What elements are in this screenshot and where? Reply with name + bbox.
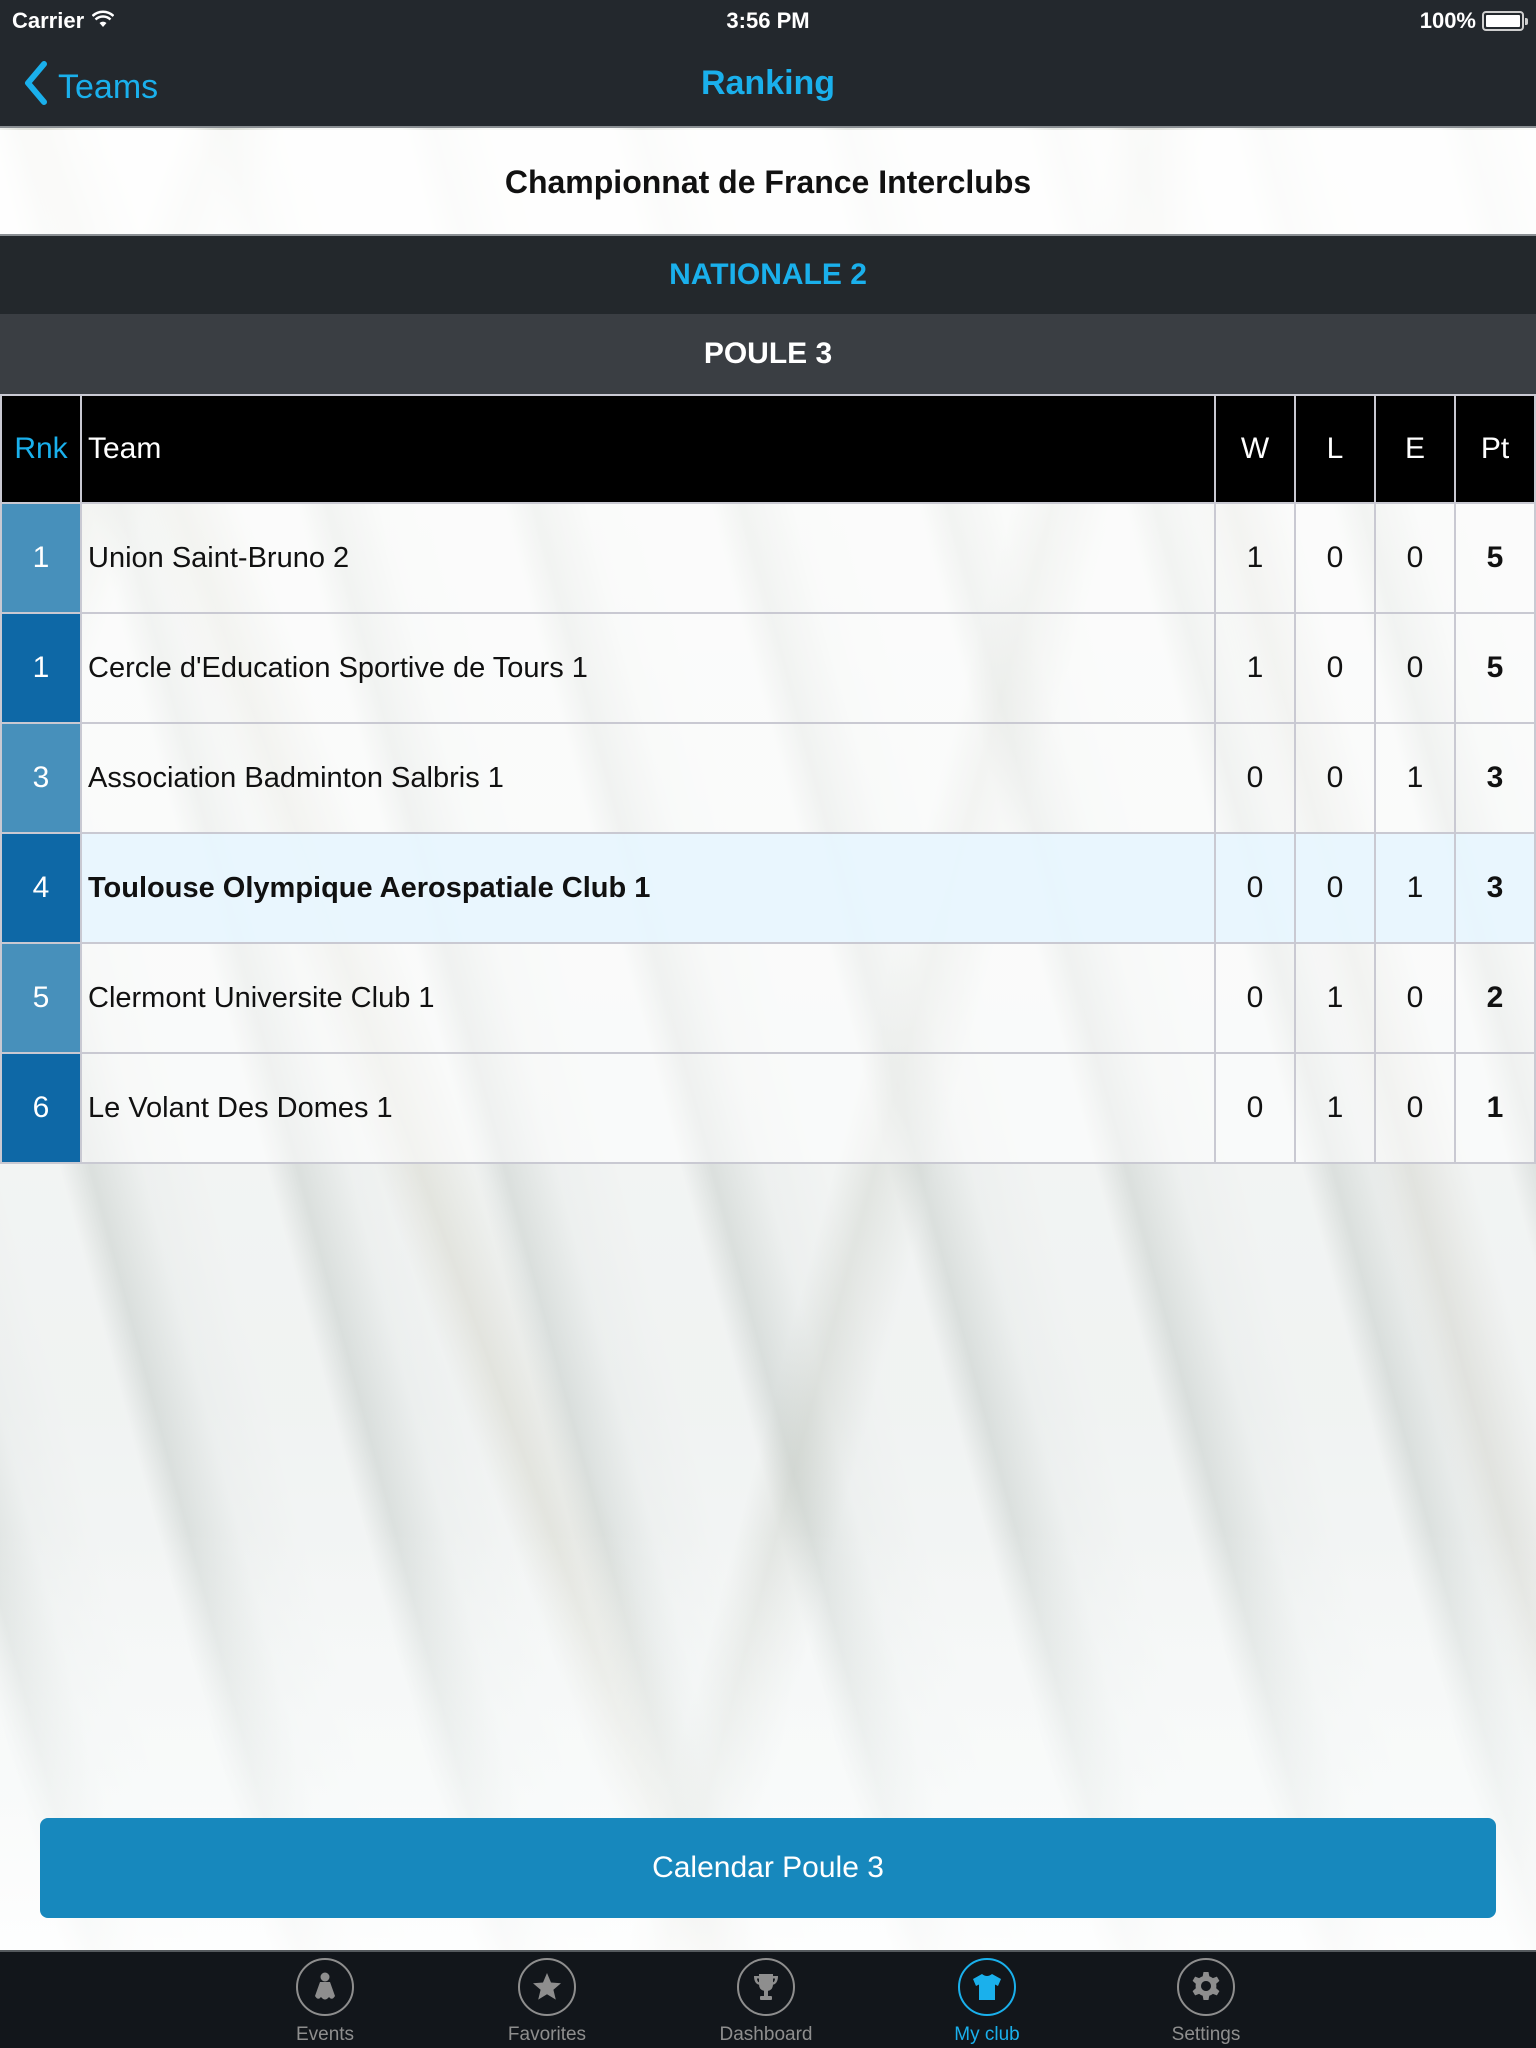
trophy-icon [737,1958,795,2016]
lost-cell: 0 [1294,502,1376,614]
chevron-left-icon [20,60,50,115]
tab-bar: Events Favorites Dashboard My club Setti… [0,1950,1536,2048]
tab-label: Dashboard [719,2024,813,2045]
table-row-my-team[interactable]: 4 Toulouse Olympique Aerospatiale Club 1… [0,832,1536,944]
jersey-icon [958,1958,1016,2016]
star-icon [518,1958,576,2016]
draw-cell: 0 [1374,942,1456,1054]
navigation-bar: Teams Ranking [0,40,1536,128]
battery-icon [1482,11,1528,31]
ranking-table: Rnk Team W L E Pt 1 Union Saint-Bruno 2 … [0,394,1536,1164]
rank-cell: 3 [0,722,82,834]
gear-icon [1177,1958,1235,2016]
won-cell: 0 [1214,832,1296,944]
header-lost[interactable]: L [1294,394,1376,504]
tab-favorites[interactable]: Favorites [472,1958,622,2048]
tab-label: Settings [1171,2024,1241,2045]
tab-label: Favorites [507,2024,587,2045]
team-name-cell: Le Volant Des Domes 1 [80,1052,1216,1164]
header-draw[interactable]: E [1374,394,1456,504]
points-cell: 3 [1454,832,1536,944]
header-points[interactable]: Pt [1454,394,1536,504]
tab-label: My club [954,2024,1020,2045]
points-cell: 1 [1454,1052,1536,1164]
rank-cell: 1 [0,612,82,724]
division-header: NATIONALE 2 [0,234,1536,314]
points-cell: 3 [1454,722,1536,834]
team-name-cell: Toulouse Olympique Aerospatiale Club 1 [80,832,1216,944]
points-cell: 5 [1454,612,1536,724]
rank-cell: 4 [0,832,82,944]
won-cell: 0 [1214,722,1296,834]
table-row[interactable]: 6 Le Volant Des Domes 1 0 1 0 1 [0,1052,1536,1164]
team-name-cell: Association Badminton Salbris 1 [80,722,1216,834]
header-won[interactable]: W [1214,394,1296,504]
team-name-cell: Cercle d'Education Sportive de Tours 1 [80,612,1216,724]
table-row[interactable]: 1 Union Saint-Bruno 2 1 0 0 5 [0,502,1536,614]
draw-cell: 0 [1374,502,1456,614]
lost-cell: 0 [1294,612,1376,724]
table-header-row: Rnk Team W L E Pt [0,394,1536,504]
competition-title: Championnat de France Interclubs [0,130,1536,234]
shuttlecock-icon [296,1958,354,2016]
tab-settings[interactable]: Settings [1131,1958,1281,2048]
points-cell: 2 [1454,942,1536,1054]
lost-cell: 0 [1294,832,1376,944]
won-cell: 0 [1214,1052,1296,1164]
battery-percent: 100% [1419,8,1476,33]
tab-my-club[interactable]: My club [912,1958,1062,2048]
tab-label: Events [295,2024,355,2045]
table-row[interactable]: 3 Association Badminton Salbris 1 0 0 1 … [0,722,1536,834]
battery-status: 100% [1419,8,1528,34]
won-cell: 1 [1214,502,1296,614]
draw-cell: 1 [1374,722,1456,834]
draw-cell: 0 [1374,1052,1456,1164]
team-name-cell: Union Saint-Bruno 2 [80,502,1216,614]
lost-cell: 1 [1294,1052,1376,1164]
rank-cell: 6 [0,1052,82,1164]
header-team[interactable]: Team [80,394,1216,504]
back-button-label: Teams [58,68,159,106]
status-bar: Carrier 3:56 PM 100% [0,0,1536,40]
draw-cell: 1 [1374,832,1456,944]
lost-cell: 0 [1294,722,1376,834]
calendar-poule-button[interactable]: Calendar Poule 3 [40,1818,1496,1918]
won-cell: 0 [1214,942,1296,1054]
table-row[interactable]: 1 Cercle d'Education Sportive de Tours 1… [0,612,1536,724]
poule-header: POULE 3 [0,314,1536,394]
tab-events[interactable]: Events [250,1958,400,2048]
rank-cell: 1 [0,502,82,614]
table-row[interactable]: 5 Clermont Universite Club 1 0 1 0 2 [0,942,1536,1054]
tab-dashboard[interactable]: Dashboard [691,1958,841,2048]
lost-cell: 1 [1294,942,1376,1054]
page-title: Ranking [700,64,836,102]
header-rank[interactable]: Rnk [0,394,82,504]
team-name-cell: Clermont Universite Club 1 [80,942,1216,1054]
rank-cell: 5 [0,942,82,1054]
back-button[interactable]: Teams [20,60,158,115]
points-cell: 5 [1454,502,1536,614]
draw-cell: 0 [1374,612,1456,724]
clock: 3:56 PM [726,8,810,33]
won-cell: 1 [1214,612,1296,724]
